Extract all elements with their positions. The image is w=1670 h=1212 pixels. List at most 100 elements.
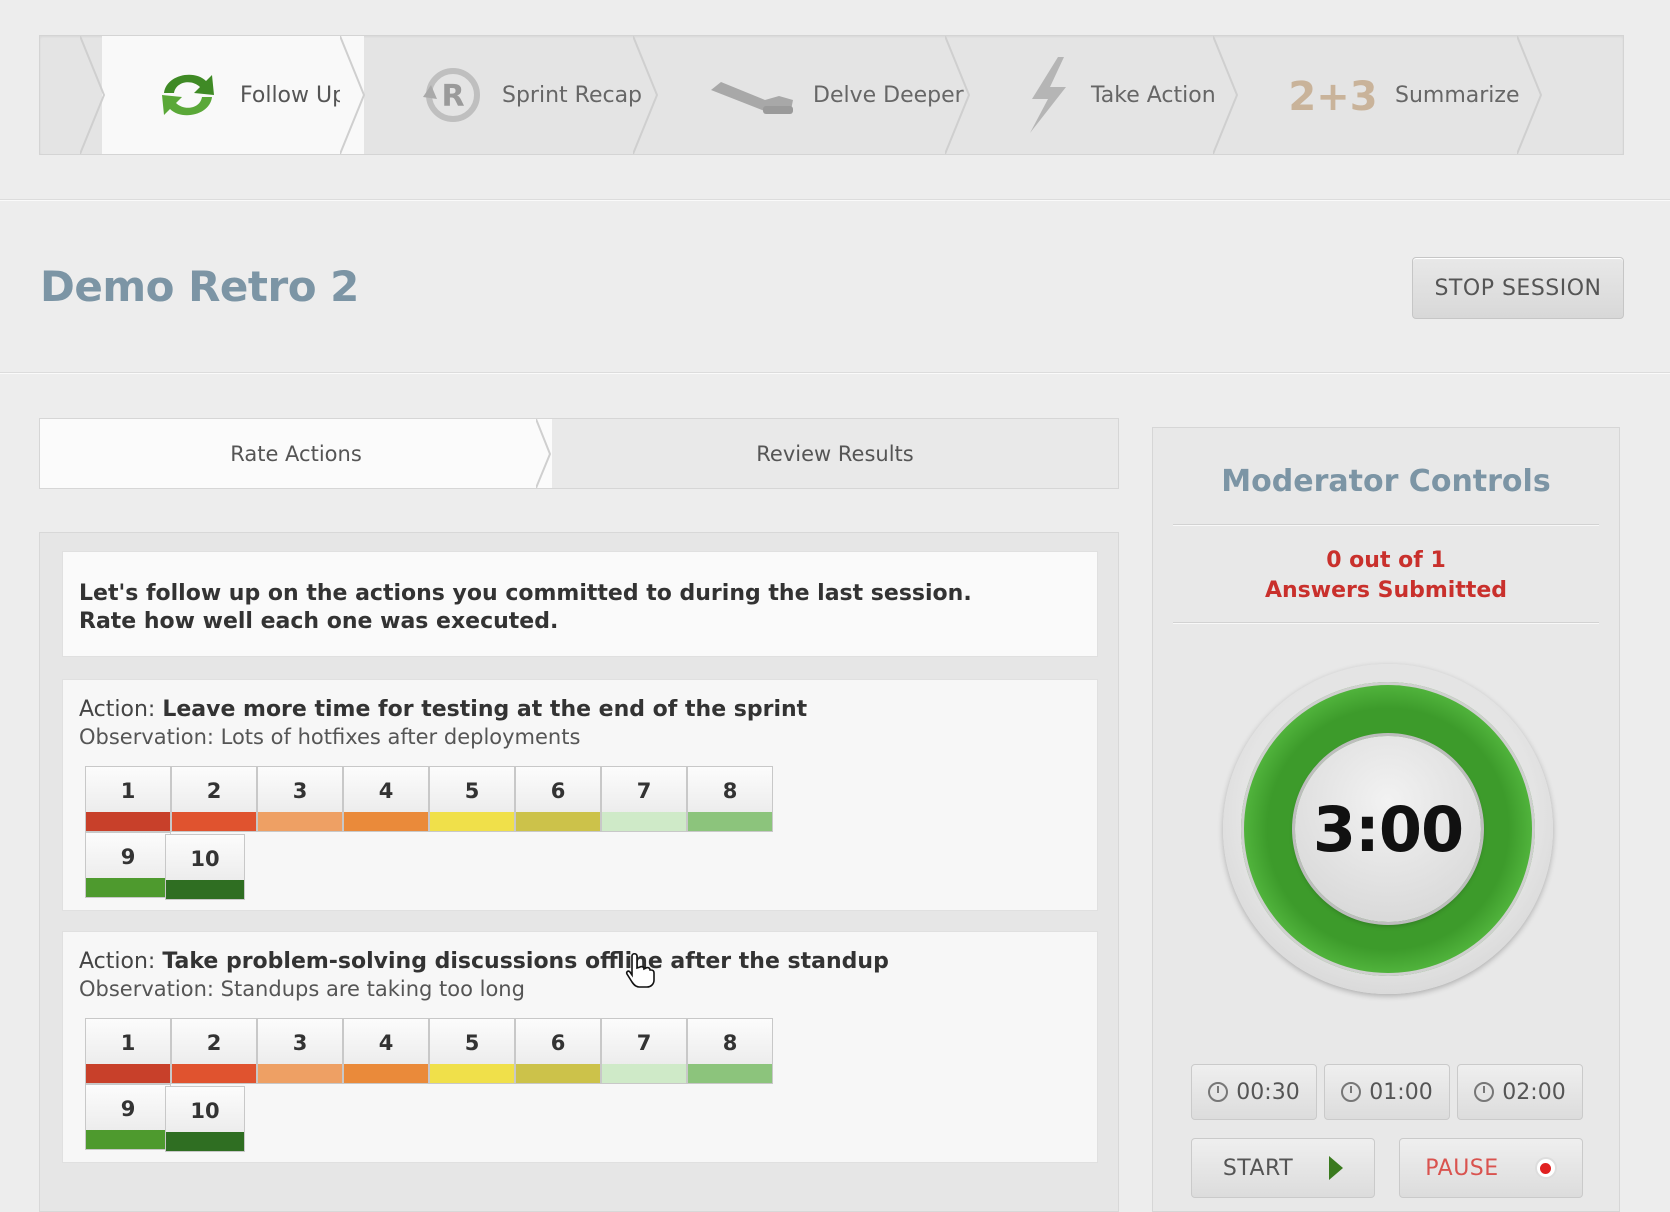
rating-color-bar bbox=[86, 878, 170, 897]
action-prefix: Action: bbox=[79, 949, 163, 974]
rating-color-bar bbox=[166, 880, 244, 899]
rating-number: 8 bbox=[722, 779, 738, 803]
rating-color-bar bbox=[602, 812, 686, 831]
action-card: Action: Leave more time for testing at t… bbox=[62, 679, 1098, 911]
record-dot-icon bbox=[1534, 1157, 1557, 1179]
rating-number: 9 bbox=[120, 845, 136, 869]
math-sum-icon: 2+3 bbox=[1287, 65, 1379, 125]
step-label: Summarize bbox=[1395, 82, 1520, 108]
divider bbox=[0, 199, 1670, 201]
rating-number: 3 bbox=[292, 1031, 308, 1055]
answers-label: Answers Submitted bbox=[1264, 578, 1508, 603]
preset-1m-button[interactable]: 01:00 bbox=[1324, 1064, 1450, 1120]
rating-color-bar bbox=[344, 1064, 428, 1083]
start-button[interactable]: START bbox=[1191, 1138, 1375, 1198]
rating-number: 5 bbox=[464, 1031, 480, 1055]
step-sprint-recap[interactable]: R Sprint Recap bbox=[364, 36, 659, 154]
countdown-timer: 3:00 bbox=[1223, 664, 1553, 994]
tab-review-results[interactable]: Review Results bbox=[552, 419, 1118, 488]
rating-grid: 1 2 3 4 5 6 7 8 9 10 bbox=[85, 766, 855, 900]
tab-rate-actions[interactable]: Rate Actions bbox=[40, 419, 552, 488]
rating-color-bar bbox=[172, 812, 256, 831]
rating-button-6[interactable]: 6 bbox=[515, 1018, 601, 1084]
answers-status: 0 out of 1 Answers Submitted bbox=[1153, 546, 1619, 606]
refresh-arrows-icon bbox=[152, 65, 224, 125]
rating-number: 2 bbox=[206, 1031, 222, 1055]
rating-color-bar bbox=[516, 1064, 600, 1083]
rating-button-2[interactable]: 2 bbox=[171, 1018, 257, 1084]
action-text: Take problem-solving discussions offline… bbox=[162, 949, 889, 974]
rating-button-8[interactable]: 8 bbox=[687, 1018, 773, 1084]
intro-line: Rate how well each one was executed. bbox=[79, 609, 559, 634]
action-line: Action: Leave more time for testing at t… bbox=[79, 696, 1081, 724]
intro-card: Let's follow up on the actions you commi… bbox=[62, 551, 1098, 657]
step-summarize[interactable]: 2+3 Summarize bbox=[1237, 36, 1543, 154]
rating-color-bar bbox=[258, 1064, 342, 1083]
rating-color-bar bbox=[688, 1064, 772, 1083]
rating-button-2[interactable]: 2 bbox=[171, 766, 257, 832]
rating-button-5[interactable]: 5 bbox=[429, 1018, 515, 1084]
rating-button-7[interactable]: 7 bbox=[601, 1018, 687, 1084]
divider bbox=[1173, 622, 1599, 624]
rating-number: 8 bbox=[722, 1031, 738, 1055]
rating-color-bar bbox=[430, 812, 514, 831]
rating-number: 10 bbox=[190, 1099, 220, 1123]
tab-label: Review Results bbox=[756, 441, 914, 466]
rating-number: 1 bbox=[120, 1031, 136, 1055]
rating-number: 7 bbox=[636, 1031, 652, 1055]
timer-progress-ring: 3:00 bbox=[1241, 682, 1535, 976]
rating-button-10[interactable]: 10 bbox=[165, 834, 245, 900]
rating-button-6[interactable]: 6 bbox=[515, 766, 601, 832]
preset-label: 01:00 bbox=[1369, 1079, 1433, 1105]
step-label: Take Action bbox=[1091, 82, 1216, 108]
subtabs: Rate Actions Review Results bbox=[39, 418, 1119, 489]
rating-number: 3 bbox=[292, 779, 308, 803]
preset-30s-button[interactable]: 00:30 bbox=[1191, 1064, 1317, 1120]
rating-color-bar bbox=[172, 1064, 256, 1083]
rating-number: 4 bbox=[378, 1031, 394, 1055]
steps-start bbox=[40, 36, 102, 154]
answers-count: 0 out of 1 bbox=[1326, 548, 1446, 573]
play-icon bbox=[1329, 1156, 1344, 1180]
timer-face: 3:00 bbox=[1295, 736, 1481, 922]
pause-label: PAUSE bbox=[1425, 1155, 1499, 1181]
rating-button-1[interactable]: 1 bbox=[85, 766, 171, 832]
rating-color-bar bbox=[516, 812, 600, 831]
rating-number: 9 bbox=[120, 1097, 136, 1121]
rating-number: 4 bbox=[378, 779, 394, 803]
observation-line: Observation: Lots of hotfixes after depl… bbox=[79, 725, 581, 749]
clock-icon bbox=[1341, 1082, 1362, 1102]
rating-button-8[interactable]: 8 bbox=[687, 766, 773, 832]
steps-bar: Follow Up R Sprint Recap Delve Deeper Ta… bbox=[39, 35, 1624, 155]
start-label: START bbox=[1222, 1155, 1294, 1181]
rating-number: 5 bbox=[464, 779, 480, 803]
rating-color-bar bbox=[166, 1132, 244, 1151]
observation-line: Observation: Standups are taking too lon… bbox=[79, 977, 525, 1001]
action-text: Leave more time for testing at the end o… bbox=[162, 697, 808, 722]
preset-2m-button[interactable]: 02:00 bbox=[1457, 1064, 1583, 1120]
clock-icon bbox=[1208, 1082, 1229, 1102]
rating-button-4[interactable]: 4 bbox=[343, 1018, 429, 1084]
rating-button-5[interactable]: 5 bbox=[429, 766, 515, 832]
divider bbox=[0, 372, 1670, 374]
svg-text:2+3: 2+3 bbox=[1288, 74, 1377, 120]
rating-button-7[interactable]: 7 bbox=[601, 766, 687, 832]
step-follow-up[interactable]: Follow Up bbox=[80, 36, 366, 154]
pause-button[interactable]: PAUSE bbox=[1399, 1138, 1583, 1198]
tab-label: Rate Actions bbox=[230, 441, 362, 466]
rating-button-9[interactable]: 9 bbox=[85, 832, 171, 898]
rating-button-3[interactable]: 3 bbox=[257, 1018, 343, 1084]
stop-session-button[interactable]: STOP SESSION bbox=[1412, 257, 1624, 319]
step-label: Delve Deeper bbox=[813, 82, 964, 108]
rating-button-9[interactable]: 9 bbox=[85, 1084, 171, 1150]
step-label: Sprint Recap bbox=[502, 82, 643, 108]
step-delve-deeper[interactable]: Delve Deeper bbox=[657, 36, 971, 154]
rating-color-bar bbox=[602, 1064, 686, 1083]
rating-color-bar bbox=[86, 1064, 170, 1083]
rating-button-3[interactable]: 3 bbox=[257, 766, 343, 832]
rating-button-4[interactable]: 4 bbox=[343, 766, 429, 832]
rating-button-10[interactable]: 10 bbox=[165, 1086, 245, 1152]
page-title: Demo Retro 2 bbox=[40, 262, 359, 311]
rating-button-1[interactable]: 1 bbox=[85, 1018, 171, 1084]
step-take-action[interactable]: Take Action bbox=[969, 36, 1239, 154]
